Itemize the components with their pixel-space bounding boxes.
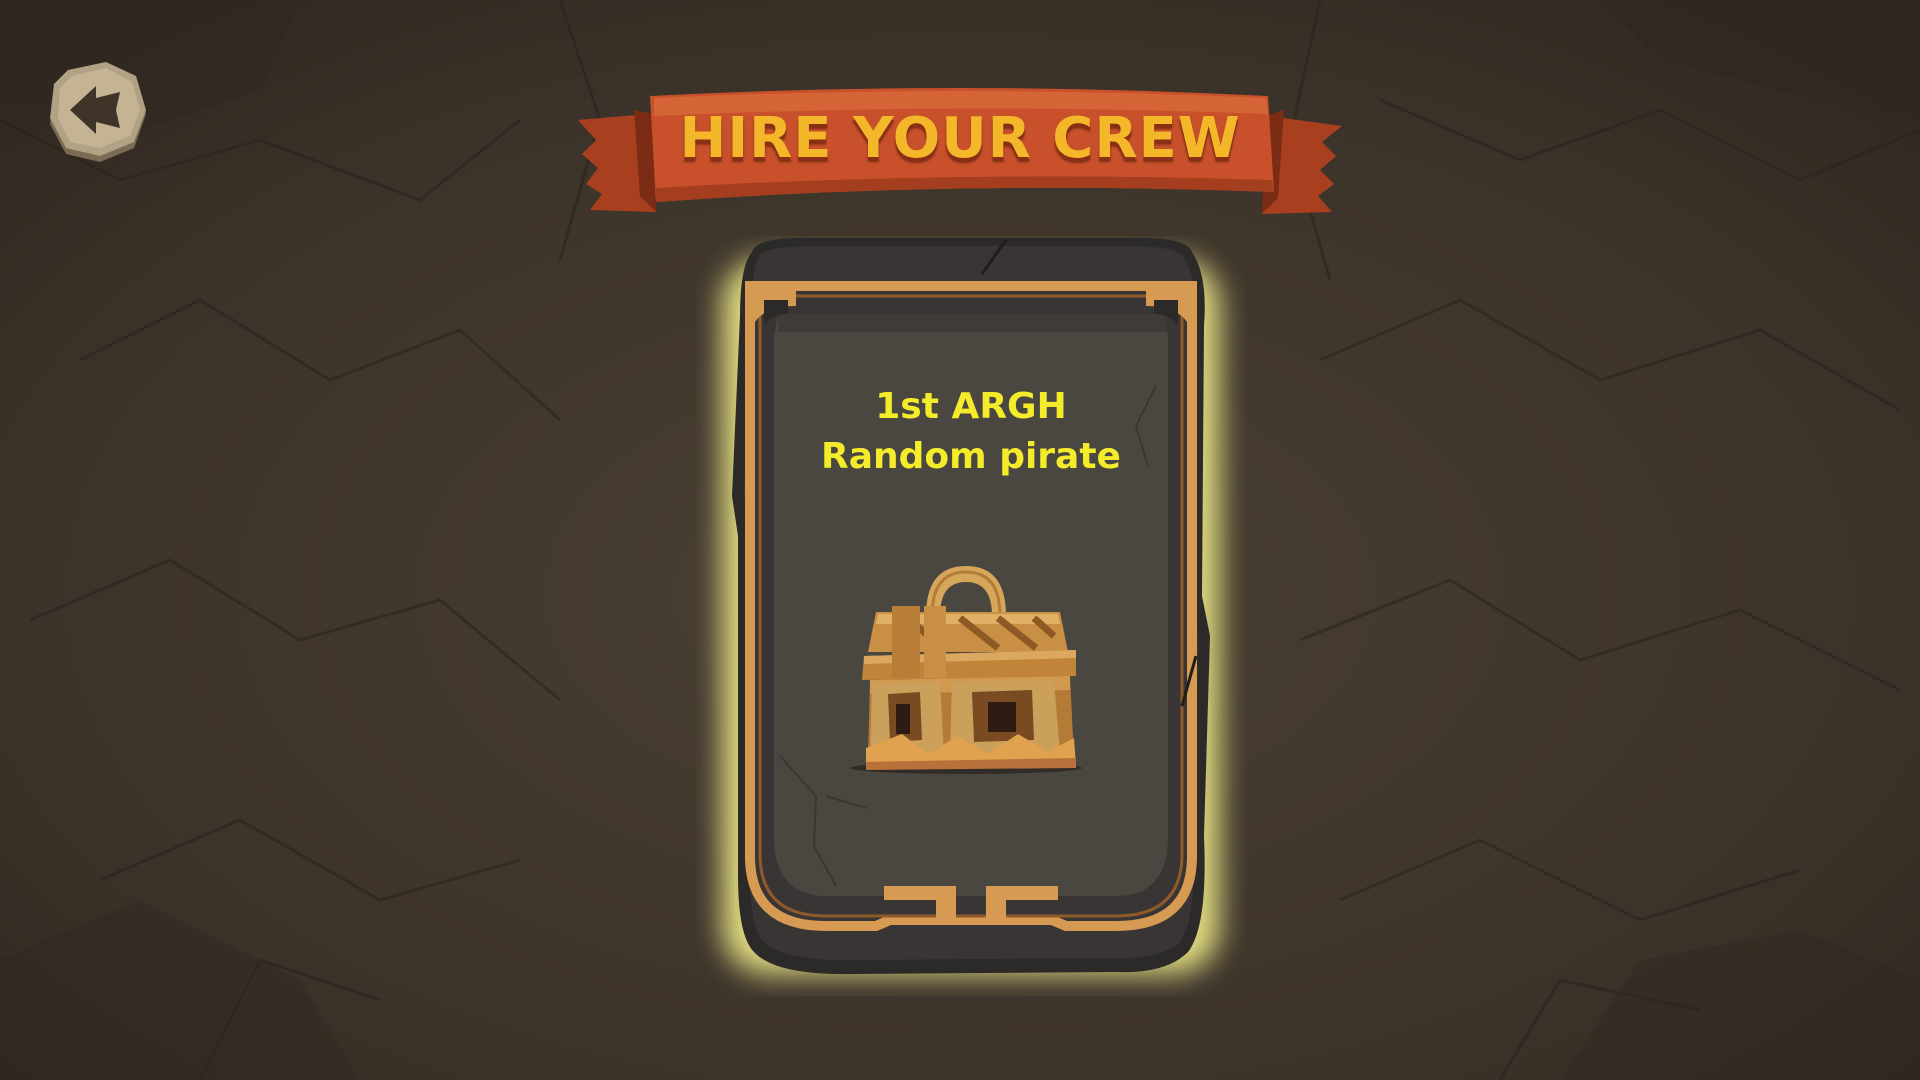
hire-crew-screen: HIRE YOUR CREW 1st ARGH Random pirate (0, 0, 1920, 1080)
back-button[interactable] (48, 62, 148, 166)
title-banner: HIRE YOUR CREW (578, 84, 1342, 220)
screen-title: HIRE YOUR CREW (679, 106, 1241, 171)
card-subtitle: Random pirate (821, 436, 1121, 477)
treasure-chest-icon (850, 566, 1082, 774)
recruit-card[interactable]: 1st ARGH Random pirate (696, 236, 1246, 996)
card-title: 1st ARGH (875, 386, 1067, 427)
